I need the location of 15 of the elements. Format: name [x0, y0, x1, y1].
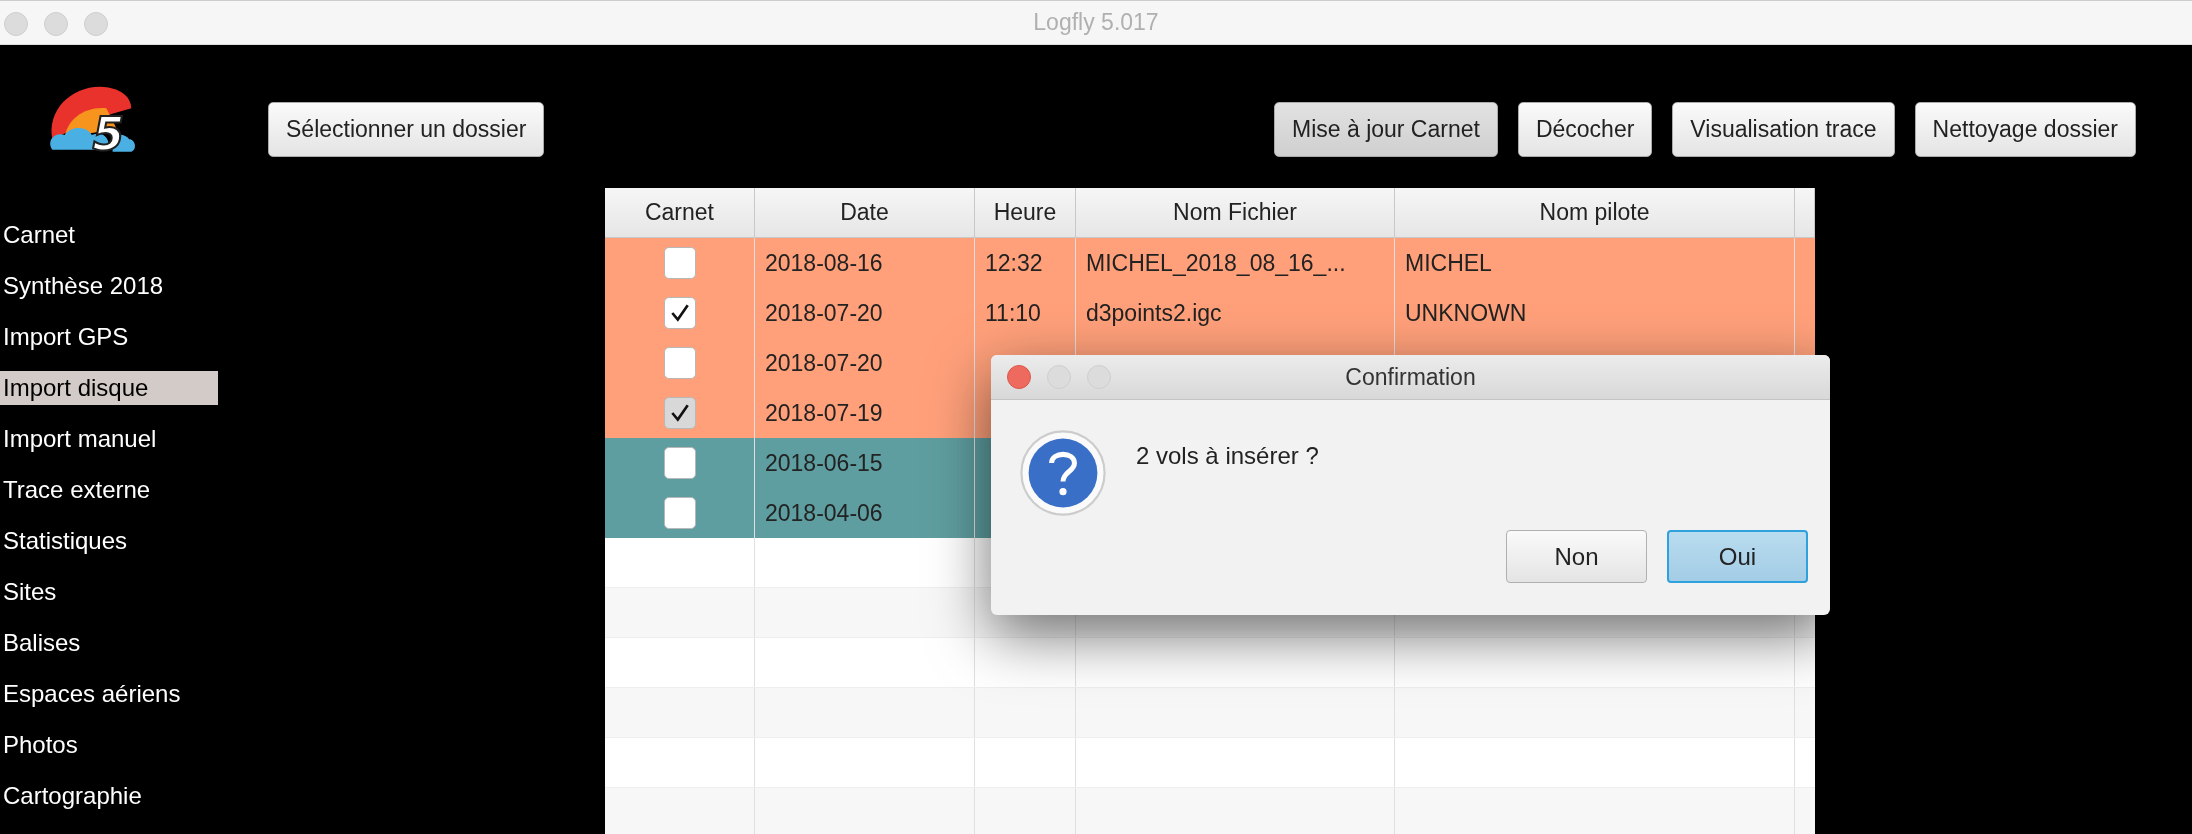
dialog-title: Confirmation: [1345, 363, 1476, 391]
table-cell: UNKNOWN: [1405, 299, 1527, 327]
table-cell: 12:32: [985, 249, 1043, 277]
table-cell: MICHEL: [1405, 249, 1492, 277]
table-cell: 2018-07-19: [765, 399, 883, 427]
table-cell: 2018-06-15: [765, 449, 883, 477]
table-cell: 2018-08-16: [765, 249, 883, 277]
dialog-message: 2 vols à insérer ?: [1136, 442, 1319, 470]
window-title: Logfly 5.017: [1033, 9, 1159, 36]
table-cell: 2018-07-20: [765, 349, 883, 377]
table-cell: d3points2.igc: [1086, 299, 1222, 327]
table-cell: 2018-04-06: [765, 499, 883, 527]
table-cell: 11:10: [985, 299, 1041, 327]
table-cell: MICHEL_2018_08_16_...: [1086, 249, 1346, 277]
table-cell: 2018-07-20: [765, 299, 883, 327]
